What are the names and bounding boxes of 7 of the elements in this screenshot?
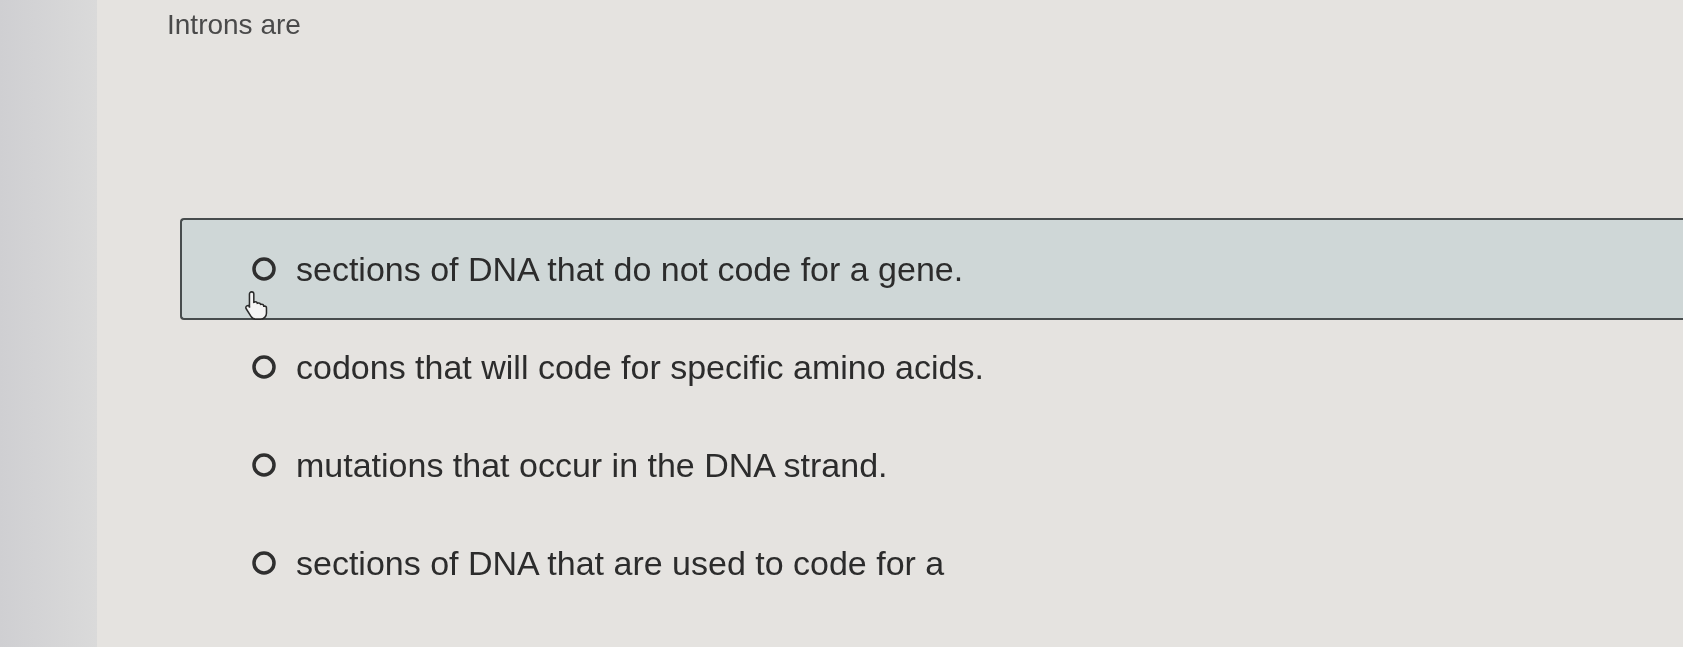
answer-option[interactable]: sections of DNA that do not code for a gene. (180, 218, 1683, 320)
radio-button[interactable] (252, 355, 276, 379)
radio-button[interactable] (252, 453, 276, 477)
radio-button[interactable] (252, 257, 276, 281)
hand-pointer-icon (244, 290, 268, 321)
radio-button[interactable] (252, 551, 276, 575)
question-text: Introns are (167, 8, 302, 42)
